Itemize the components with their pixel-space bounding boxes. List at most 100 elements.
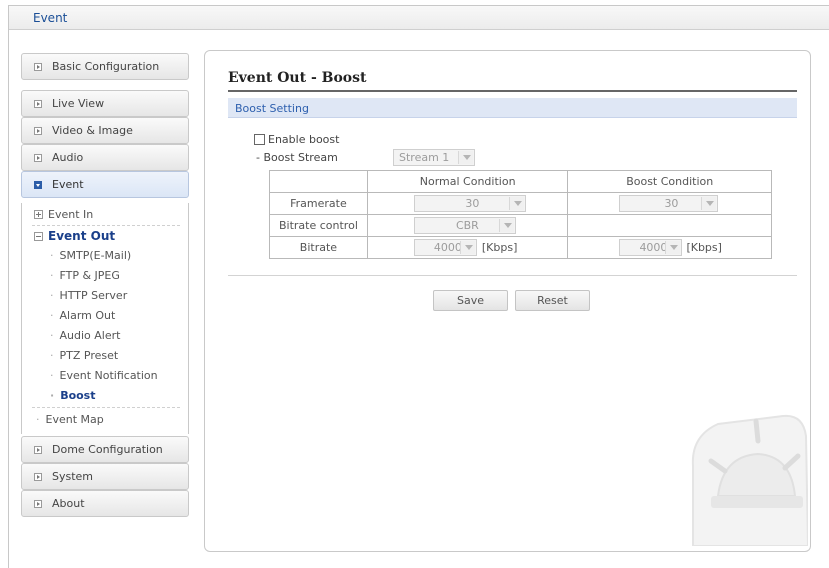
sub-item-audio-alert[interactable]: · Audio Alert: [50, 329, 120, 342]
table-cell: 4000 [Kbps]: [366, 236, 569, 259]
section-header: Boost Setting: [228, 98, 797, 118]
bullet-icon: ·: [36, 413, 40, 426]
divider: [228, 275, 797, 276]
sidebar-item-label: Audio: [52, 151, 84, 164]
bullet-icon: ·: [50, 389, 55, 402]
sidebar-item-label: Video & Image: [52, 124, 133, 137]
expand-arrow-icon: [34, 63, 42, 71]
tree-item-label: Event In: [48, 208, 94, 221]
select-value: Stream 1: [399, 151, 450, 164]
bullet-icon: ·: [50, 349, 54, 362]
alarm-light-icon: [691, 414, 808, 546]
section-title: Boost Setting: [235, 102, 309, 115]
row-label: Bitrate: [269, 236, 368, 259]
sub-item-smtp[interactable]: · SMTP(E-Mail): [50, 249, 131, 262]
row-label: Framerate: [269, 192, 368, 215]
bullet-icon: ·: [50, 269, 54, 282]
tree-item-event-map[interactable]: · Event Map: [36, 413, 104, 426]
sub-item-label: Event Map: [45, 413, 104, 426]
divider: [32, 225, 180, 226]
sub-item-label: Event Notification: [59, 369, 158, 382]
bitrate-control-normal-select[interactable]: CBR: [413, 217, 516, 234]
bullet-icon: ·: [50, 309, 54, 322]
table-cell: 4000 [Kbps]: [567, 236, 772, 259]
sidebar-item-label: Dome Configuration: [52, 443, 163, 456]
sub-item-label: Audio Alert: [59, 329, 121, 342]
table-cell: [567, 214, 772, 237]
table-row: Bitrate control CBR: [269, 214, 772, 237]
row-label: Bitrate control: [269, 214, 368, 237]
bitrate-boost-select[interactable]: 4000: [619, 239, 683, 256]
sub-item-event-notification[interactable]: · Event Notification: [50, 369, 158, 382]
expand-arrow-icon: [34, 500, 42, 508]
expand-arrow-icon: [34, 473, 42, 481]
bullet-icon: ·: [50, 249, 54, 262]
chevron-down-icon: [458, 151, 473, 164]
select-value: 30: [465, 197, 480, 210]
page-title: Event Out - Boost: [228, 70, 367, 86]
sub-item-label: Boost: [60, 389, 96, 402]
enable-boost-checkbox[interactable]: [254, 134, 265, 145]
sub-item-label: PTZ Preset: [59, 349, 119, 362]
boost-stream-label: - Boost Stream: [256, 151, 338, 164]
table-cell: 30: [366, 192, 569, 215]
framerate-boost-select[interactable]: 30: [619, 195, 719, 212]
bullet-icon: ·: [50, 289, 54, 302]
tree-item-label: Event Out: [48, 229, 116, 243]
table-header-cell: [269, 170, 368, 193]
select-value: 4000: [639, 241, 668, 254]
sub-item-label: Alarm Out: [59, 309, 116, 322]
select-value: 30: [664, 197, 679, 210]
sidebar-item-live-view[interactable]: Live View: [21, 90, 189, 117]
bitrate-normal-select[interactable]: 4000: [413, 239, 477, 256]
save-button[interactable]: Save: [433, 290, 508, 311]
chevron-down-icon: [498, 219, 514, 232]
top-bar: Event: [9, 6, 829, 30]
sub-item-boost[interactable]: · Boost: [50, 389, 96, 402]
enable-boost-label: Enable boost: [268, 133, 340, 146]
tree-item-event-out[interactable]: Event Out: [34, 229, 115, 243]
sidebar-item-basic-configuration[interactable]: Basic Configuration: [21, 53, 189, 80]
event-submenu: Event In Event Out · SMTP(E-Mail) · FTP & …: [21, 203, 189, 434]
sidebar-item-label: Live View: [52, 97, 105, 110]
sidebar-item-label: Event: [52, 178, 84, 191]
sub-item-alarm-out[interactable]: · Alarm Out: [50, 309, 115, 322]
title-divider: [228, 90, 797, 92]
table-cell: CBR: [366, 214, 569, 237]
boost-settings-table: Normal Condition Boost Condition Framera…: [269, 170, 772, 259]
sidebar-item-label: System: [52, 470, 94, 483]
main-panel: Event Out - Boost Boost Setting Enable b…: [204, 50, 811, 552]
table-header-row: Normal Condition Boost Condition: [269, 170, 772, 193]
sidebar-item-system[interactable]: System: [21, 463, 189, 490]
divider: [32, 407, 180, 408]
sidebar-item-event[interactable]: Event: [21, 171, 189, 198]
bitrate-boost-unit: [Kbps]: [686, 241, 722, 254]
reset-button[interactable]: Reset: [515, 290, 590, 311]
sidebar-item-dome-configuration[interactable]: Dome Configuration: [21, 436, 189, 463]
sidebar-item-about[interactable]: About: [21, 490, 189, 517]
chevron-down-icon: [665, 241, 681, 254]
sidebar-item-video-image[interactable]: Video & Image: [21, 117, 189, 144]
collapse-arrow-icon: [34, 181, 42, 189]
sub-item-http-server[interactable]: · HTTP Server: [50, 289, 127, 302]
table-header-cell: Normal Condition: [366, 170, 569, 193]
table-row: Framerate 30 30: [269, 192, 772, 215]
expand-arrow-icon: [34, 127, 42, 135]
tree-item-event-in[interactable]: Event In: [34, 208, 93, 221]
select-value: 4000: [433, 241, 462, 254]
plus-icon: [34, 210, 43, 219]
table-header-cell: Boost Condition: [567, 170, 772, 193]
top-bar-title: Event: [33, 11, 68, 25]
expand-arrow-icon: [34, 100, 42, 108]
sub-item-ptz-preset[interactable]: · PTZ Preset: [50, 349, 118, 362]
sub-item-ftp-jpeg[interactable]: · FTP & JPEG: [50, 269, 120, 282]
sidebar-item-audio[interactable]: Audio: [21, 144, 189, 171]
minus-icon: [34, 232, 43, 241]
framerate-normal-select[interactable]: 30: [413, 195, 526, 212]
table-row: Bitrate 4000 [Kbps] 4000 [Kbps]: [269, 236, 772, 259]
table-cell: 30: [567, 192, 772, 215]
select-value: CBR: [455, 219, 479, 232]
expand-arrow-icon: [34, 446, 42, 454]
boost-stream-select[interactable]: Stream 1: [393, 149, 475, 166]
chevron-down-icon: [701, 197, 717, 210]
